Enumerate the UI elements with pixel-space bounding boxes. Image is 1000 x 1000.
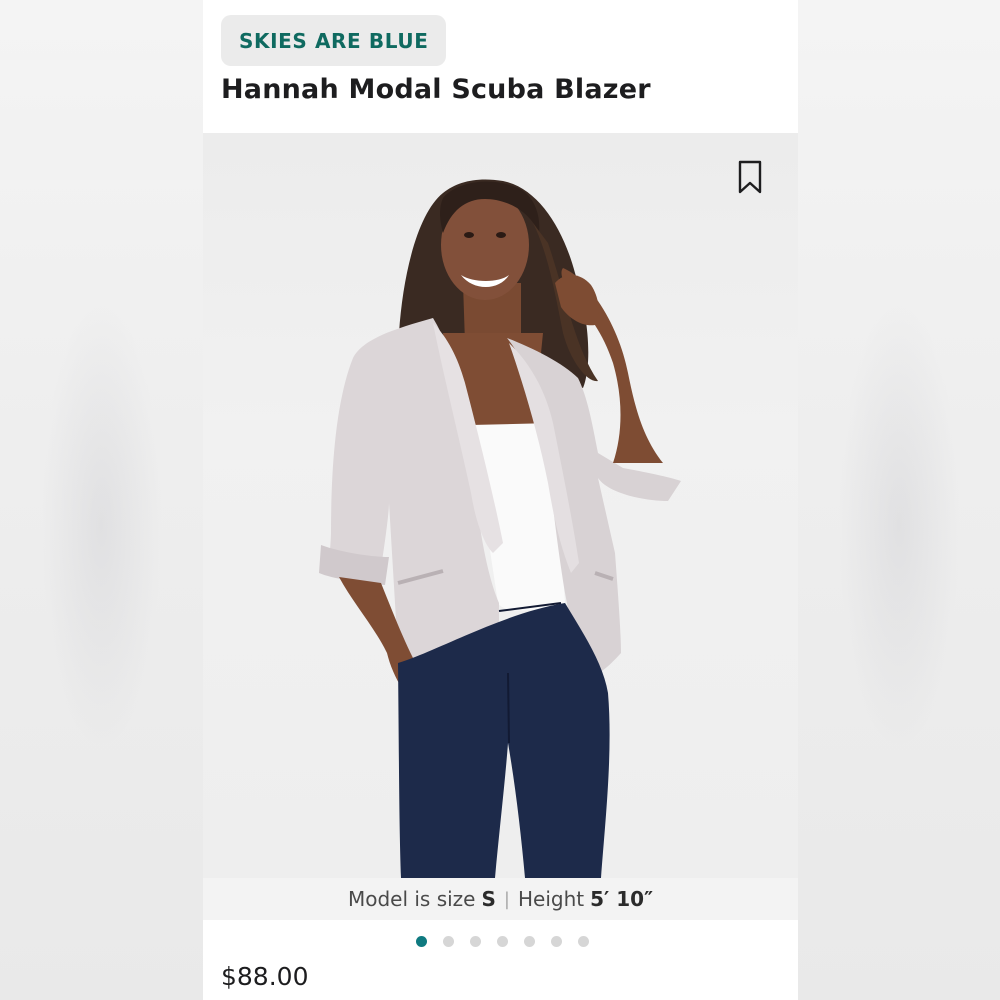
caption-separator: | xyxy=(503,888,510,910)
pagination-dot[interactable] xyxy=(524,935,535,947)
gallery-pagination xyxy=(203,934,798,948)
pagination-dot[interactable] xyxy=(416,935,427,947)
product-photo[interactable] xyxy=(203,133,798,878)
pagination-dot[interactable] xyxy=(578,935,589,947)
bookmark-icon[interactable] xyxy=(737,160,763,194)
product-title: Hannah Modal Scuba Blazer xyxy=(221,74,651,105)
blurred-backdrop-left xyxy=(0,0,203,1000)
brand-badge[interactable]: SKIES ARE BLUE xyxy=(221,15,447,66)
model-size-value: S xyxy=(481,887,496,911)
product-price: $88.00 xyxy=(221,962,309,991)
model-size-caption: Model is size S | Height 5′ 10″ xyxy=(203,878,798,920)
pagination-dot[interactable] xyxy=(443,935,454,947)
model-size-prefix: Model is size xyxy=(347,887,476,911)
pagination-dot[interactable] xyxy=(470,935,481,947)
height-value: 5′ 10″ xyxy=(590,887,654,911)
height-prefix: Height xyxy=(517,887,585,911)
product-card: SKIES ARE BLUE Hannah Modal Scuba Blazer xyxy=(203,0,798,1000)
blurred-backdrop-right xyxy=(798,0,1000,1000)
pagination-dot[interactable] xyxy=(551,935,562,947)
pagination-dot[interactable] xyxy=(497,935,508,947)
model-illustration xyxy=(319,179,681,878)
